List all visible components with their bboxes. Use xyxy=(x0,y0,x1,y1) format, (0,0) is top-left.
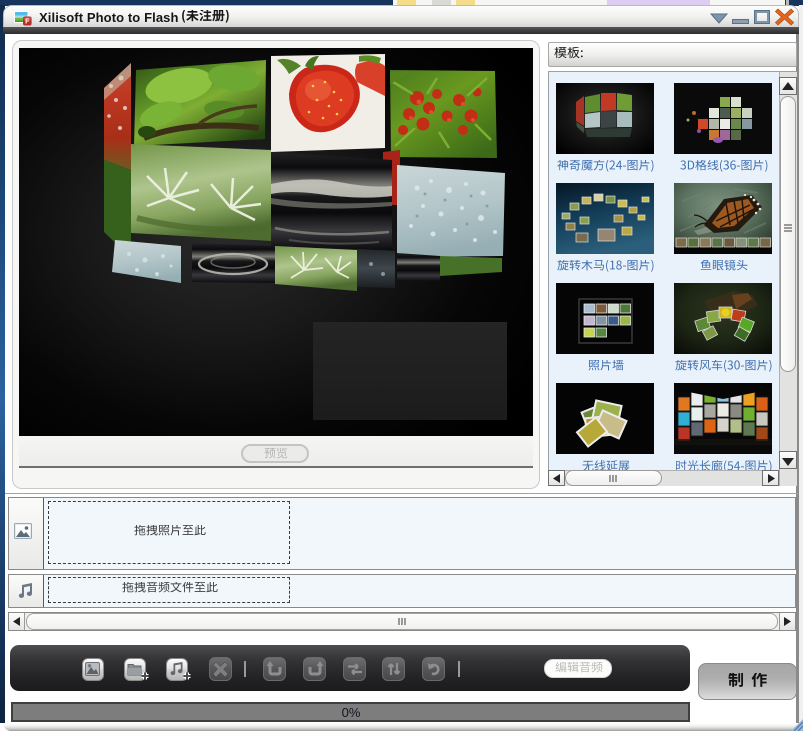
svg-text:F: F xyxy=(25,19,30,26)
